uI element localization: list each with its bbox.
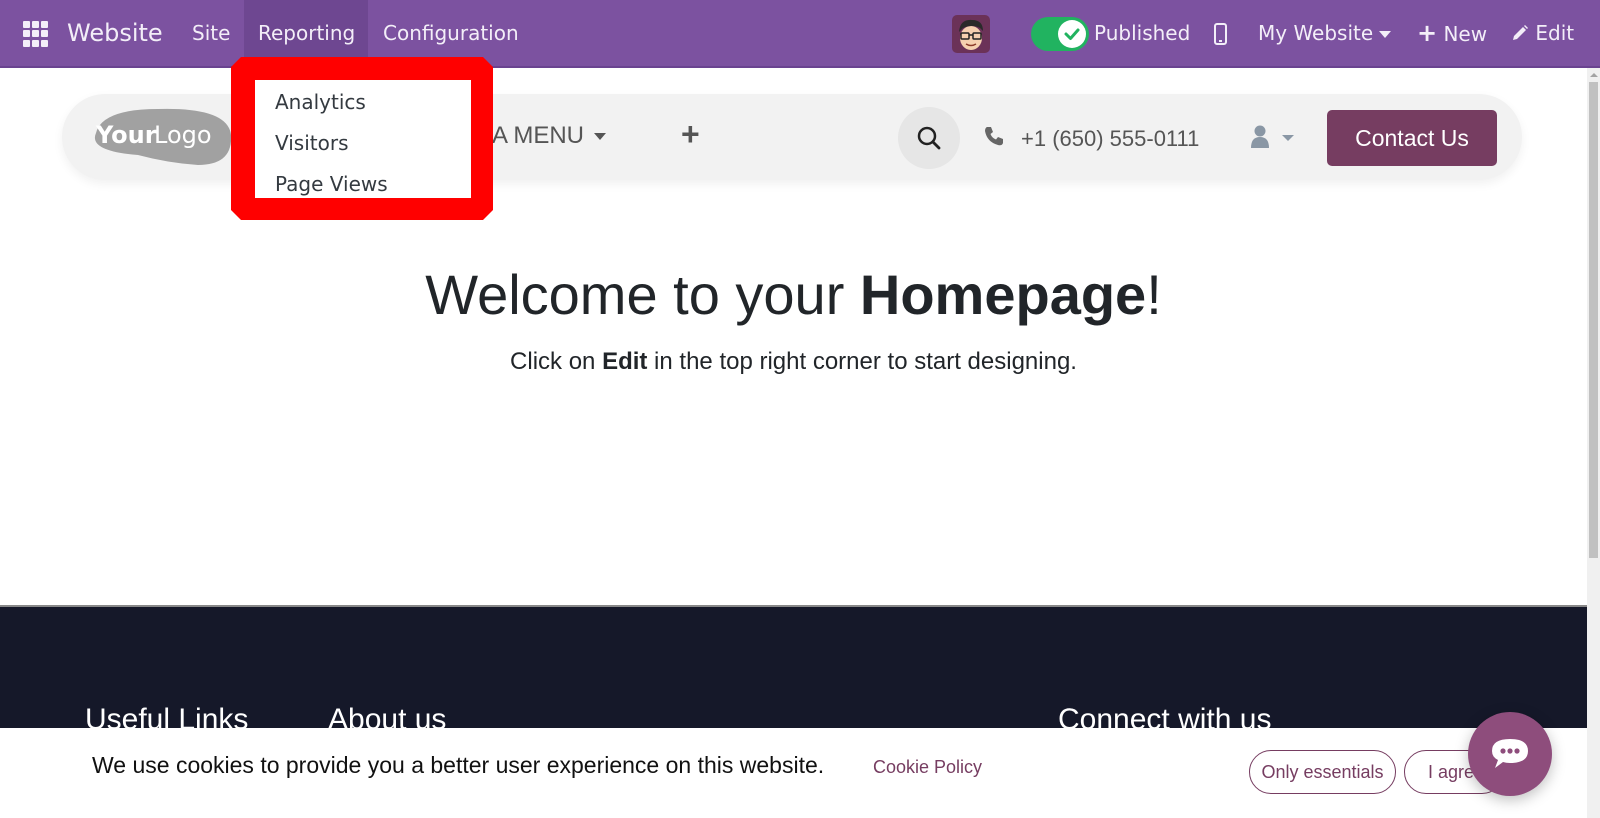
user-avatar[interactable] xyxy=(952,15,990,53)
chat-bubble-icon xyxy=(1492,739,1528,768)
dropdown-item-visitors[interactable]: Visitors xyxy=(275,131,349,155)
cookie-policy-link[interactable]: Cookie Policy xyxy=(873,757,982,778)
only-essentials-button[interactable]: Only essentials xyxy=(1249,750,1396,794)
mega-menu-label: A MENU xyxy=(492,122,585,149)
mega-menu[interactable]: A MENU xyxy=(492,122,607,150)
plus-icon: + xyxy=(1417,19,1438,47)
hero-title-suffix: ! xyxy=(1146,263,1162,326)
apps-grid-icon[interactable] xyxy=(23,21,49,47)
logo-text-light: Logo xyxy=(154,121,212,149)
new-button[interactable]: + New xyxy=(1417,0,1487,66)
hero-title-prefix: Welcome to your xyxy=(425,263,860,326)
menu-site[interactable]: Site xyxy=(192,0,230,66)
app-title[interactable]: Website xyxy=(67,0,163,66)
logo-text-bold: Your xyxy=(95,121,157,149)
hero-subtitle-prefix: Click on xyxy=(510,348,603,375)
footer: Useful Links About us Connect with us xyxy=(0,605,1587,736)
vertical-scrollbar[interactable] xyxy=(1587,68,1600,818)
user-menu[interactable] xyxy=(1250,124,1300,154)
search-icon xyxy=(917,126,941,150)
new-label: New xyxy=(1443,22,1488,46)
mobile-preview-icon[interactable] xyxy=(1214,23,1227,45)
site-logo[interactable]: Your Logo xyxy=(88,105,233,167)
caret-down-icon xyxy=(594,133,607,141)
reporting-dropdown: Analytics Visitors Page Views xyxy=(255,80,471,198)
menu-configuration[interactable]: Configuration xyxy=(383,0,519,66)
search-button[interactable] xyxy=(898,107,960,169)
user-icon xyxy=(1251,125,1294,148)
cookie-bar: We use cookies to provide you a better u… xyxy=(0,728,1587,818)
phone-number[interactable]: +1 (650) 555-0111 xyxy=(1021,126,1199,152)
admin-navbar: Website Site Reporting Configuration Pub… xyxy=(0,0,1600,68)
hero-title: Welcome to your Homepage! xyxy=(0,262,1587,327)
hero-subtitle: Click on Edit in the top right corner to… xyxy=(0,348,1587,376)
scroll-up-arrow-icon[interactable] xyxy=(1590,73,1598,77)
hero-title-bold: Homepage xyxy=(859,263,1147,326)
published-toggle[interactable] xyxy=(1031,17,1089,51)
add-menu-plus-icon[interactable]: + xyxy=(681,116,700,153)
live-chat-button[interactable] xyxy=(1468,712,1552,796)
cookie-message: We use cookies to provide you a better u… xyxy=(92,752,825,778)
edit-label: Edit xyxy=(1535,21,1575,45)
phone-icon xyxy=(983,125,1005,151)
website-selector[interactable]: My Website xyxy=(1258,0,1392,66)
contact-us-button[interactable]: Contact Us xyxy=(1327,110,1497,166)
website-selector-label: My Website xyxy=(1258,21,1374,45)
pencil-icon xyxy=(1511,0,1529,66)
check-icon xyxy=(1058,20,1086,48)
dropdown-item-page-views[interactable]: Page Views xyxy=(275,172,388,196)
published-label[interactable]: Published xyxy=(1094,0,1190,66)
hero-subtitle-bold: Edit xyxy=(602,348,648,375)
dropdown-item-analytics[interactable]: Analytics xyxy=(275,90,366,114)
menu-reporting[interactable]: Reporting xyxy=(258,0,355,66)
scrollbar-thumb[interactable] xyxy=(1589,82,1598,558)
caret-down-icon xyxy=(1379,31,1392,38)
edit-button[interactable]: Edit xyxy=(1511,0,1574,66)
hero-subtitle-suffix: in the top right corner to start designi… xyxy=(647,348,1077,375)
